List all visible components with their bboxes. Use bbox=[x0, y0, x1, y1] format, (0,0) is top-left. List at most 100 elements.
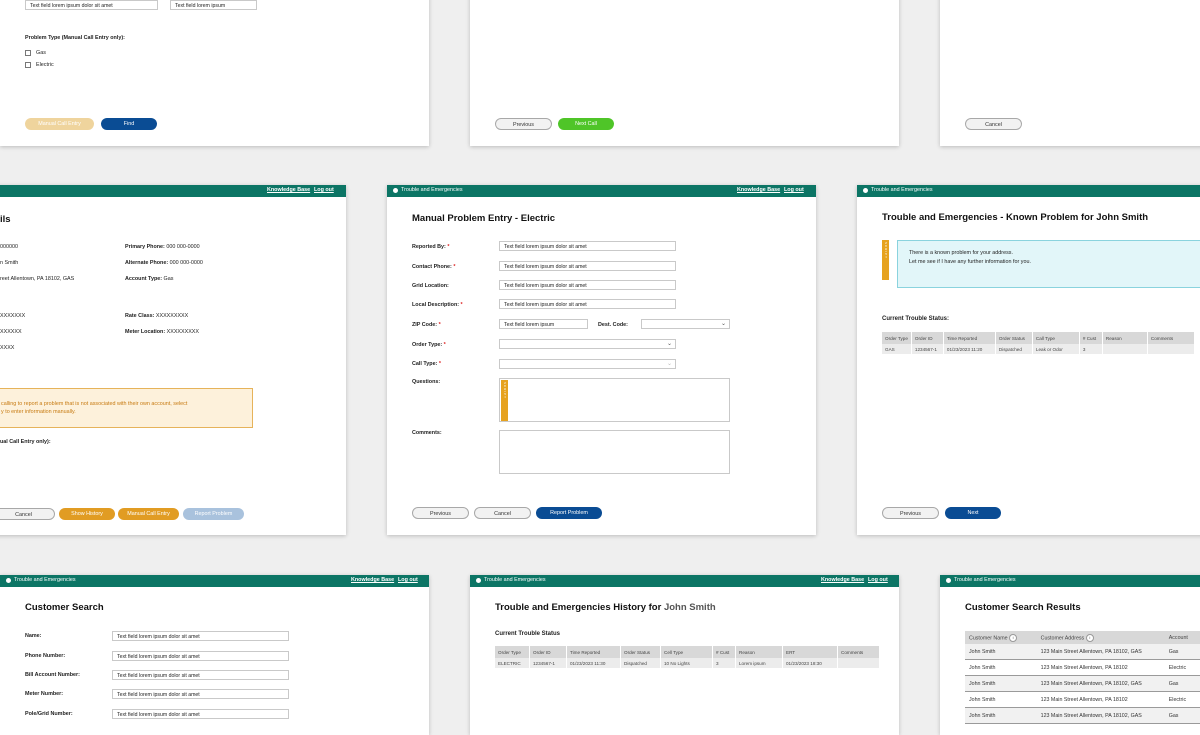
table-row[interactable]: ELECTRIC 1234567-1 01/23/2023 11:30 Disp… bbox=[495, 658, 880, 668]
text-field-1[interactable]: Text field lorem ipsum dolor sit amet bbox=[25, 0, 158, 10]
table-row[interactable]: John Smith 123 Main Street Allentown, PA … bbox=[965, 659, 1200, 676]
card-known-problem: Trouble and Emergencies Trouble and Emer… bbox=[857, 185, 1200, 535]
table-cell: 123 Main Street Allentown, PA 18102 bbox=[1036, 659, 1165, 676]
previous-button[interactable]: Previous bbox=[412, 507, 469, 519]
sort-icon[interactable]: ↕ bbox=[1085, 633, 1094, 642]
order-type-select[interactable]: ⌄ bbox=[499, 339, 676, 349]
phone-number-field[interactable]: Text field lorem ipsum dolor sit amet bbox=[112, 651, 289, 661]
column-header: # Cust bbox=[712, 646, 736, 658]
contact-phone-label: Contact Phone: * bbox=[412, 264, 456, 270]
info-line-2: Let me see if I have any further informa… bbox=[909, 259, 1031, 265]
warning-line-2: y to enter information manually. bbox=[1, 409, 76, 415]
manual-call-entry-button[interactable]: Manual Call Entry bbox=[25, 118, 94, 130]
table-row[interactable]: John Smith 123 Main Street Allentown, PA … bbox=[965, 691, 1200, 708]
table-cell bbox=[837, 658, 880, 668]
reported-by-label: Reported By: * bbox=[412, 244, 450, 250]
app-header: Trouble and Emergencies bbox=[940, 575, 1200, 587]
app-logo-icon bbox=[393, 188, 398, 193]
card-history: Trouble and Emergencies Knowledge Base L… bbox=[470, 575, 899, 735]
name-field[interactable]: Text field lorem ipsum dolor sit amet bbox=[112, 631, 289, 641]
log-out-link[interactable]: Log out bbox=[398, 577, 418, 583]
page-title: Trouble and Emergencies - Known Problem … bbox=[882, 212, 1149, 223]
app-title: Trouble and Emergencies bbox=[484, 577, 546, 583]
app-title: Trouble and Emergencies bbox=[954, 577, 1016, 583]
table-cell: 3 bbox=[1079, 344, 1103, 354]
gas-checkbox[interactable] bbox=[25, 50, 31, 56]
show-history-button[interactable]: Show History bbox=[59, 508, 115, 520]
dest-code-select[interactable]: ⌄ bbox=[641, 319, 730, 329]
table-row[interactable]: GAS 1234567-1 01/23/2023 11:20 Dispatche… bbox=[882, 344, 1195, 354]
warning-line-1: calling to report a problem that is not … bbox=[1, 401, 188, 407]
card-account-details: Knowledge Base Log out ils 000000 n Smit… bbox=[0, 185, 346, 535]
table-cell: 10 No Lights bbox=[660, 658, 713, 668]
sort-icon[interactable]: ↕ bbox=[1009, 633, 1018, 642]
table-cell bbox=[1102, 344, 1148, 354]
contact-phone-field[interactable]: Text field lorem ipsum dolor sit amet bbox=[499, 261, 676, 271]
cancel-button[interactable]: Cancel bbox=[965, 118, 1022, 130]
meter-number-field[interactable]: Text field lorem ipsum dolor sit amet bbox=[112, 689, 289, 699]
knowledge-base-link[interactable]: Knowledge Base bbox=[821, 577, 864, 583]
questions-area[interactable]: SCRIPT bbox=[499, 378, 730, 422]
manual-call-entry-button[interactable]: Manual Call Entry bbox=[118, 508, 179, 520]
column-header-customer-address[interactable]: Customer Address ↕ bbox=[1036, 631, 1165, 644]
app-header: Trouble and Emergencies bbox=[857, 185, 1200, 197]
detail-left-5: XXXXXX bbox=[0, 329, 22, 335]
script-tab[interactable]: SCRIPT bbox=[501, 380, 508, 421]
column-header-customer-name[interactable]: Customer Name ↕ bbox=[965, 631, 1037, 644]
report-problem-button[interactable]: Report Problem bbox=[183, 508, 244, 520]
order-type-label: Order Type: * bbox=[412, 342, 446, 348]
knowledge-base-link[interactable]: Knowledge Base bbox=[267, 187, 310, 193]
previous-button[interactable]: Previous bbox=[882, 507, 939, 519]
cancel-button[interactable]: Cancel bbox=[474, 507, 531, 519]
table-cell bbox=[1147, 344, 1195, 354]
page-title: Customer Search Results bbox=[965, 602, 1081, 613]
script-tab[interactable]: SCRIPT bbox=[882, 240, 889, 280]
app-title: Trouble and Emergencies bbox=[401, 187, 463, 193]
known-problem-info-box: There is a known problem for your addres… bbox=[897, 240, 1200, 288]
next-button[interactable]: Next bbox=[945, 507, 1001, 519]
previous-button[interactable]: Previous bbox=[495, 118, 552, 130]
table-cell: John Smith bbox=[965, 707, 1037, 724]
chevron-down-icon: ⌄ bbox=[666, 361, 672, 367]
call-type-label: Call Type: * bbox=[412, 361, 441, 367]
knowledge-base-link[interactable]: Knowledge Base bbox=[351, 577, 394, 583]
column-header: Order Type bbox=[495, 646, 530, 658]
bill-account-number-field[interactable]: Text field lorem ipsum dolor sit amet bbox=[112, 670, 289, 680]
page-title: ils bbox=[0, 214, 11, 225]
table-cell: John Smith bbox=[965, 659, 1037, 676]
electric-checkbox[interactable] bbox=[25, 62, 31, 68]
knowledge-base-link[interactable]: Knowledge Base bbox=[737, 187, 780, 193]
log-out-link[interactable]: Log out bbox=[868, 577, 888, 583]
table-cell: 123 Main Street Allentown, PA 18102, GAS bbox=[1036, 675, 1165, 692]
log-out-link[interactable]: Log out bbox=[314, 187, 334, 193]
find-button[interactable]: Find bbox=[101, 118, 157, 130]
table-cell: 3 bbox=[712, 658, 736, 668]
rate-class: Rate Class: XXXXXXXXX bbox=[125, 313, 189, 319]
card-customer-search-results: Trouble and Emergencies Customer Search … bbox=[940, 575, 1200, 735]
card-next-call: Previous Next Call bbox=[470, 0, 899, 146]
next-call-button[interactable]: Next Call bbox=[558, 118, 614, 130]
text-field-2[interactable]: Text field lorem ipsum bbox=[170, 0, 257, 10]
dest-code-label: Dest. Code: bbox=[598, 322, 628, 328]
grid-location-field[interactable]: Text field lorem ipsum dolor sit amet bbox=[499, 280, 676, 290]
table-cell: John Smith bbox=[965, 675, 1037, 692]
call-type-select[interactable]: ⌄ bbox=[499, 359, 676, 369]
table-row[interactable]: John Smith 123 Main Street Allentown, PA … bbox=[965, 644, 1200, 660]
card-cancel: Cancel bbox=[940, 0, 1200, 146]
local-description-field[interactable]: Text field lorem ipsum dolor sit amet bbox=[499, 299, 676, 309]
current-trouble-status-label: Current Trouble Status: bbox=[882, 316, 950, 322]
report-problem-button[interactable]: Report Problem bbox=[536, 507, 602, 519]
app-title: Trouble and Emergencies bbox=[14, 577, 76, 583]
phone-number-label: Phone Number: bbox=[25, 653, 66, 659]
table-row[interactable]: John Smith 123 Main Street Allentown, PA … bbox=[965, 707, 1200, 724]
table-row[interactable]: John Smith 123 Main Street Allentown, PA … bbox=[965, 675, 1200, 692]
comments-area[interactable] bbox=[499, 430, 730, 474]
reported-by-field[interactable]: Text field lorem ipsum dolor sit amet bbox=[499, 241, 676, 251]
grid-location-label: Grid Location: bbox=[412, 283, 449, 289]
zip-code-field[interactable]: Text field lorem ipsum bbox=[499, 319, 588, 329]
column-header: Cell Type bbox=[660, 646, 713, 658]
electric-option-label: Electric bbox=[36, 62, 54, 68]
table-cell: Electric bbox=[1164, 659, 1200, 676]
cancel-button[interactable]: Cancel bbox=[0, 508, 55, 520]
log-out-link[interactable]: Log out bbox=[784, 187, 804, 193]
